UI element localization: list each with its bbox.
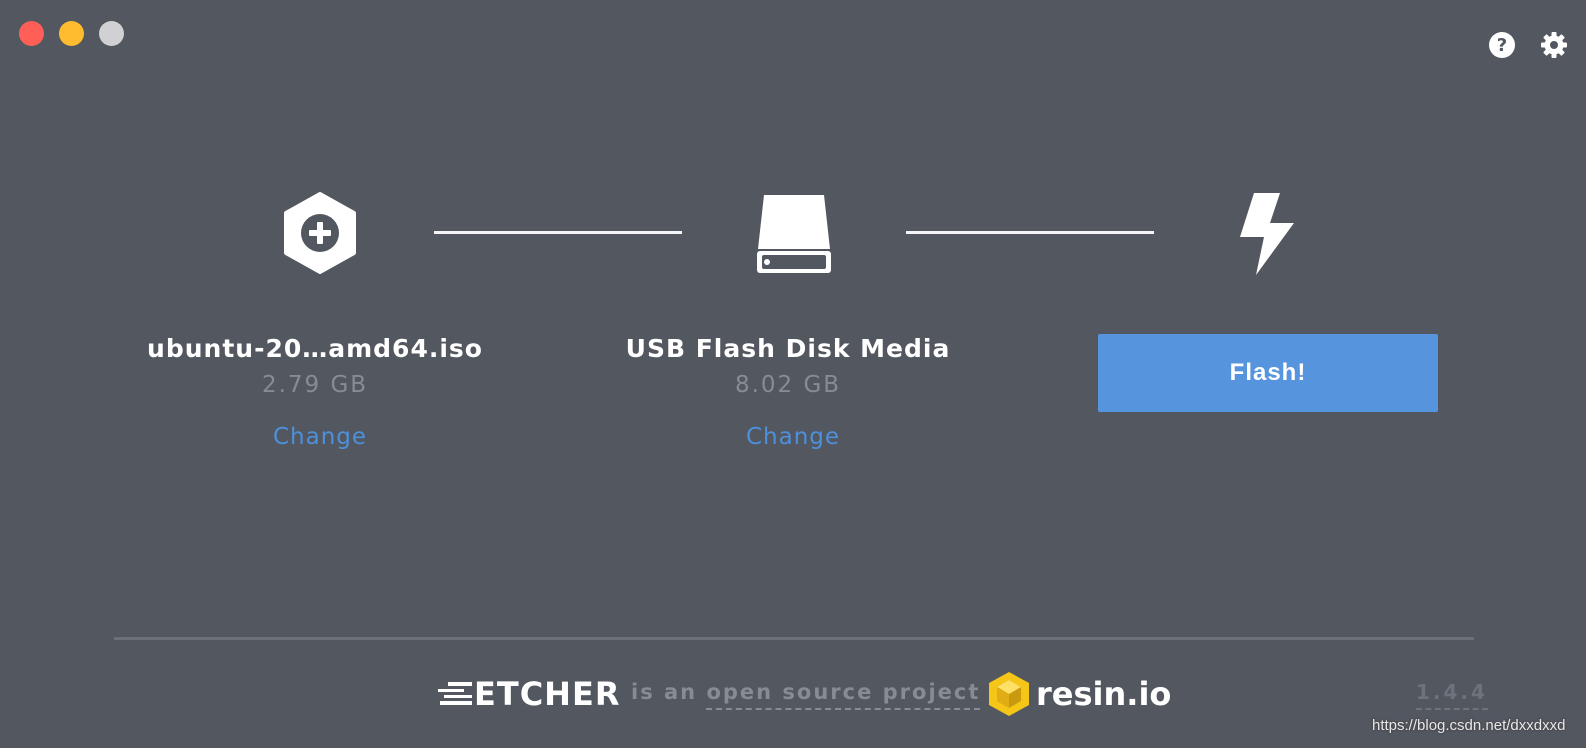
resin-cube-icon [989,672,1029,716]
step-connector-1 [434,231,682,234]
change-drive-link[interactable]: Change [693,424,893,450]
image-name: ubuntu-20…amd64.iso [147,334,483,363]
gear-icon[interactable] [1540,31,1568,59]
svg-text:?: ? [1497,35,1507,56]
etcher-logo-text: ETCHER [474,675,621,713]
version-label[interactable]: 1.4.4 [1416,680,1488,710]
step-connector-2 [906,231,1154,234]
change-image-link[interactable]: Change [220,424,420,450]
help-icon[interactable]: ? [1488,31,1516,59]
drive-size: 8.02 GB [734,372,842,398]
lightning-bolt-icon [1240,193,1296,279]
etcher-speed-lines-icon [438,682,472,705]
footer-divider [114,637,1474,640]
drive-icon[interactable] [754,193,834,279]
etcher-logo[interactable]: ETCHER [438,675,621,713]
window-minimize-button[interactable] [59,21,84,46]
resin-logo-text: resin.io [1036,675,1172,713]
image-size: 2.79 GB [261,372,369,398]
flash-button[interactable]: Flash! [1098,334,1438,412]
window-maximize-button[interactable] [99,21,124,46]
watermark-text: https://blog.csdn.net/dxxdxxd [1372,717,1566,734]
add-image-hexagon-icon[interactable] [283,192,357,278]
resin-logo[interactable]: resin.io [988,670,1171,718]
drive-name: USB Flash Disk Media [625,334,951,363]
footer-tagline: is an open source project by [631,680,1022,710]
open-source-link[interactable]: open source project [706,680,981,710]
tagline-plain: is an [631,680,707,704]
window-close-button[interactable] [19,21,44,46]
